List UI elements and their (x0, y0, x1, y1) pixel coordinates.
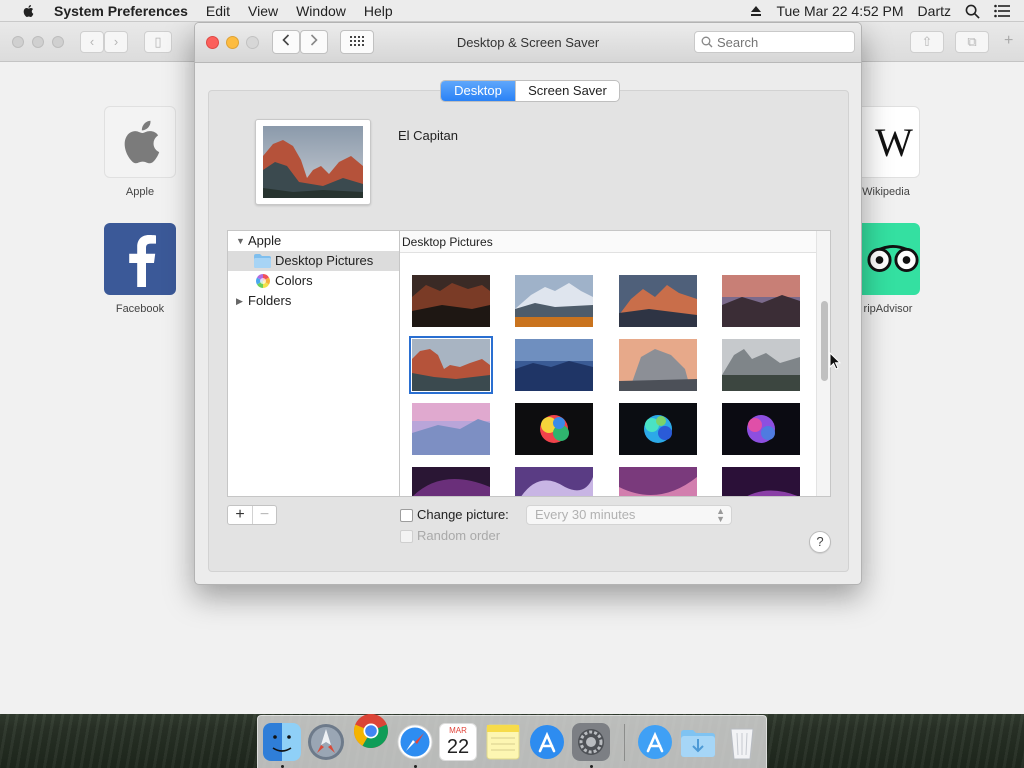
source-folders-label: Folders (248, 293, 292, 308)
change-picture-label: Change picture: (417, 507, 509, 522)
notification-center-icon[interactable] (994, 4, 1010, 18)
current-wallpaper-preview (255, 119, 371, 205)
facebook-logo-icon (129, 235, 156, 287)
apple-logo-icon (124, 120, 160, 164)
menu-user[interactable]: Dartz (918, 3, 951, 19)
tab-screen-saver[interactable]: Screen Saver (515, 81, 619, 101)
source-desktop-pictures[interactable]: Desktop Pictures (228, 251, 399, 271)
desktop-screensaver-window: Desktop & Screen Saver Desktop Screen Sa… (194, 22, 862, 585)
stepper-arrows-icon: ▲ ▼ (716, 506, 725, 524)
current-picture-name: El Capitan (398, 128, 458, 143)
grid-scroll-thumb[interactable] (821, 301, 828, 381)
wallpaper-thumbnail[interactable] (722, 339, 800, 391)
change-picture-checkbox[interactable] (400, 509, 413, 522)
browser-forward-button[interactable]: › (104, 31, 128, 53)
random-order-label: Random order (417, 528, 501, 543)
calendar-month: MAR (449, 726, 467, 735)
launchpad-icon[interactable] (307, 723, 345, 761)
change-interval-select[interactable]: Every 30 minutes ▲ ▼ (526, 505, 732, 525)
wallpaper-thumbnail[interactable] (619, 403, 697, 455)
window-titlebar[interactable]: Desktop & Screen Saver (195, 23, 861, 63)
menu-clock[interactable]: Tue Mar 22 4:52 PM (776, 3, 903, 19)
wallpaper-thumbnail[interactable] (619, 275, 697, 327)
disclosure-collapsed-icon[interactable]: ▶ (236, 291, 243, 311)
source-desktop-pictures-label: Desktop Pictures (275, 253, 374, 268)
favorite-label-facebook: Facebook (115, 303, 165, 315)
notes-icon[interactable] (484, 723, 522, 761)
wallpaper-thumbnail[interactable] (412, 275, 490, 327)
browser-sidebar-button[interactable]: ▯ (144, 31, 172, 53)
browser-share-button[interactable]: ⇧ (910, 31, 944, 53)
app-store-icon[interactable] (528, 723, 566, 761)
menu-help[interactable]: Help (364, 3, 393, 19)
app-name-menu[interactable]: System Preferences (54, 3, 188, 19)
grid-header: Desktop Pictures (400, 231, 816, 253)
remove-folder-button[interactable]: − (251, 506, 276, 524)
wallpaper-thumbnail[interactable] (515, 403, 593, 455)
browser-minimize-button[interactable] (32, 36, 44, 48)
tab-desktop[interactable]: Desktop (441, 81, 515, 101)
wallpaper-thumbnail[interactable] (412, 467, 490, 497)
app-store-stack-icon[interactable] (636, 723, 674, 761)
change-interval-value: Every 30 minutes (535, 507, 636, 522)
chrome-icon[interactable] (352, 712, 390, 750)
favorite-label-apple: Apple (125, 186, 155, 198)
browser-new-tab-button[interactable]: + (1004, 32, 1013, 50)
downloads-folder-icon[interactable] (679, 723, 717, 761)
wallpaper-thumbnail[interactable] (412, 403, 490, 455)
source-colors-label: Colors (275, 273, 313, 288)
dock: MAR 22 (257, 712, 767, 768)
source-folders[interactable]: ▶ Folders (228, 291, 399, 311)
add-remove-control: + − (227, 505, 277, 525)
el-capitan-preview-image (263, 126, 363, 198)
browser-close-button[interactable] (12, 36, 24, 48)
help-button[interactable]: ? (809, 531, 831, 553)
wallpaper-thumbnail[interactable] (722, 403, 800, 455)
desktop-pictures-grid: Desktop Pictures (399, 230, 831, 497)
browser-zoom-button[interactable] (52, 36, 64, 48)
wallpaper-thumbnail[interactable] (619, 467, 697, 497)
wallpaper-thumbnail[interactable] (722, 467, 800, 497)
eject-icon[interactable] (750, 5, 762, 17)
wallpaper-thumbnail[interactable] (515, 467, 593, 497)
search-input[interactable] (717, 34, 847, 50)
dock-separator (624, 724, 625, 761)
wallpaper-thumbnail[interactable] (722, 275, 800, 327)
wallpaper-thumbnail[interactable] (619, 339, 697, 391)
browser-tabs-button[interactable]: ⧉ (955, 31, 989, 53)
source-list: ▼ Apple Desktop Pictures Colors ▶ Folder… (227, 230, 400, 497)
menu-edit[interactable]: Edit (206, 3, 230, 19)
safari-icon[interactable] (396, 723, 434, 761)
favorite-tile-apple[interactable] (104, 106, 176, 178)
browser-back-button[interactable]: ‹ (80, 31, 104, 53)
add-folder-button[interactable]: + (228, 506, 252, 524)
folder-icon (254, 254, 271, 268)
search-field[interactable] (694, 31, 855, 53)
calendar-day: 22 (446, 736, 470, 758)
tab-control: Desktop Screen Saver (440, 80, 620, 102)
menu-window[interactable]: Window (296, 3, 346, 19)
source-apple-label: Apple (248, 233, 282, 248)
wikipedia-logo-icon: W (875, 119, 913, 165)
finder-icon[interactable] (263, 723, 301, 761)
spotlight-search-icon[interactable] (965, 4, 980, 19)
calendar-icon[interactable]: MAR 22 (439, 723, 477, 761)
favorite-tile-facebook[interactable] (104, 223, 176, 295)
source-colors[interactable]: Colors (228, 271, 399, 291)
wallpaper-thumbnail[interactable] (515, 339, 593, 391)
search-icon (701, 36, 713, 48)
tripadvisor-logo-icon (867, 245, 919, 273)
system-preferences-icon[interactable] (572, 723, 610, 761)
wallpaper-thumbnail[interactable] (515, 275, 593, 327)
menu-view[interactable]: View (248, 3, 278, 19)
apple-menu-icon[interactable] (18, 4, 38, 18)
trash-icon[interactable] (723, 723, 761, 761)
source-apple[interactable]: ▼ Apple (228, 231, 399, 251)
random-order-checkbox[interactable] (400, 530, 413, 543)
disclosure-expanded-icon[interactable]: ▼ (236, 231, 245, 251)
wallpaper-thumbnail-selected[interactable] (409, 336, 493, 394)
color-wheel-icon (256, 274, 270, 288)
menu-bar: System Preferences Edit View Window Help… (0, 0, 1024, 22)
mouse-pointer-icon (829, 352, 841, 370)
